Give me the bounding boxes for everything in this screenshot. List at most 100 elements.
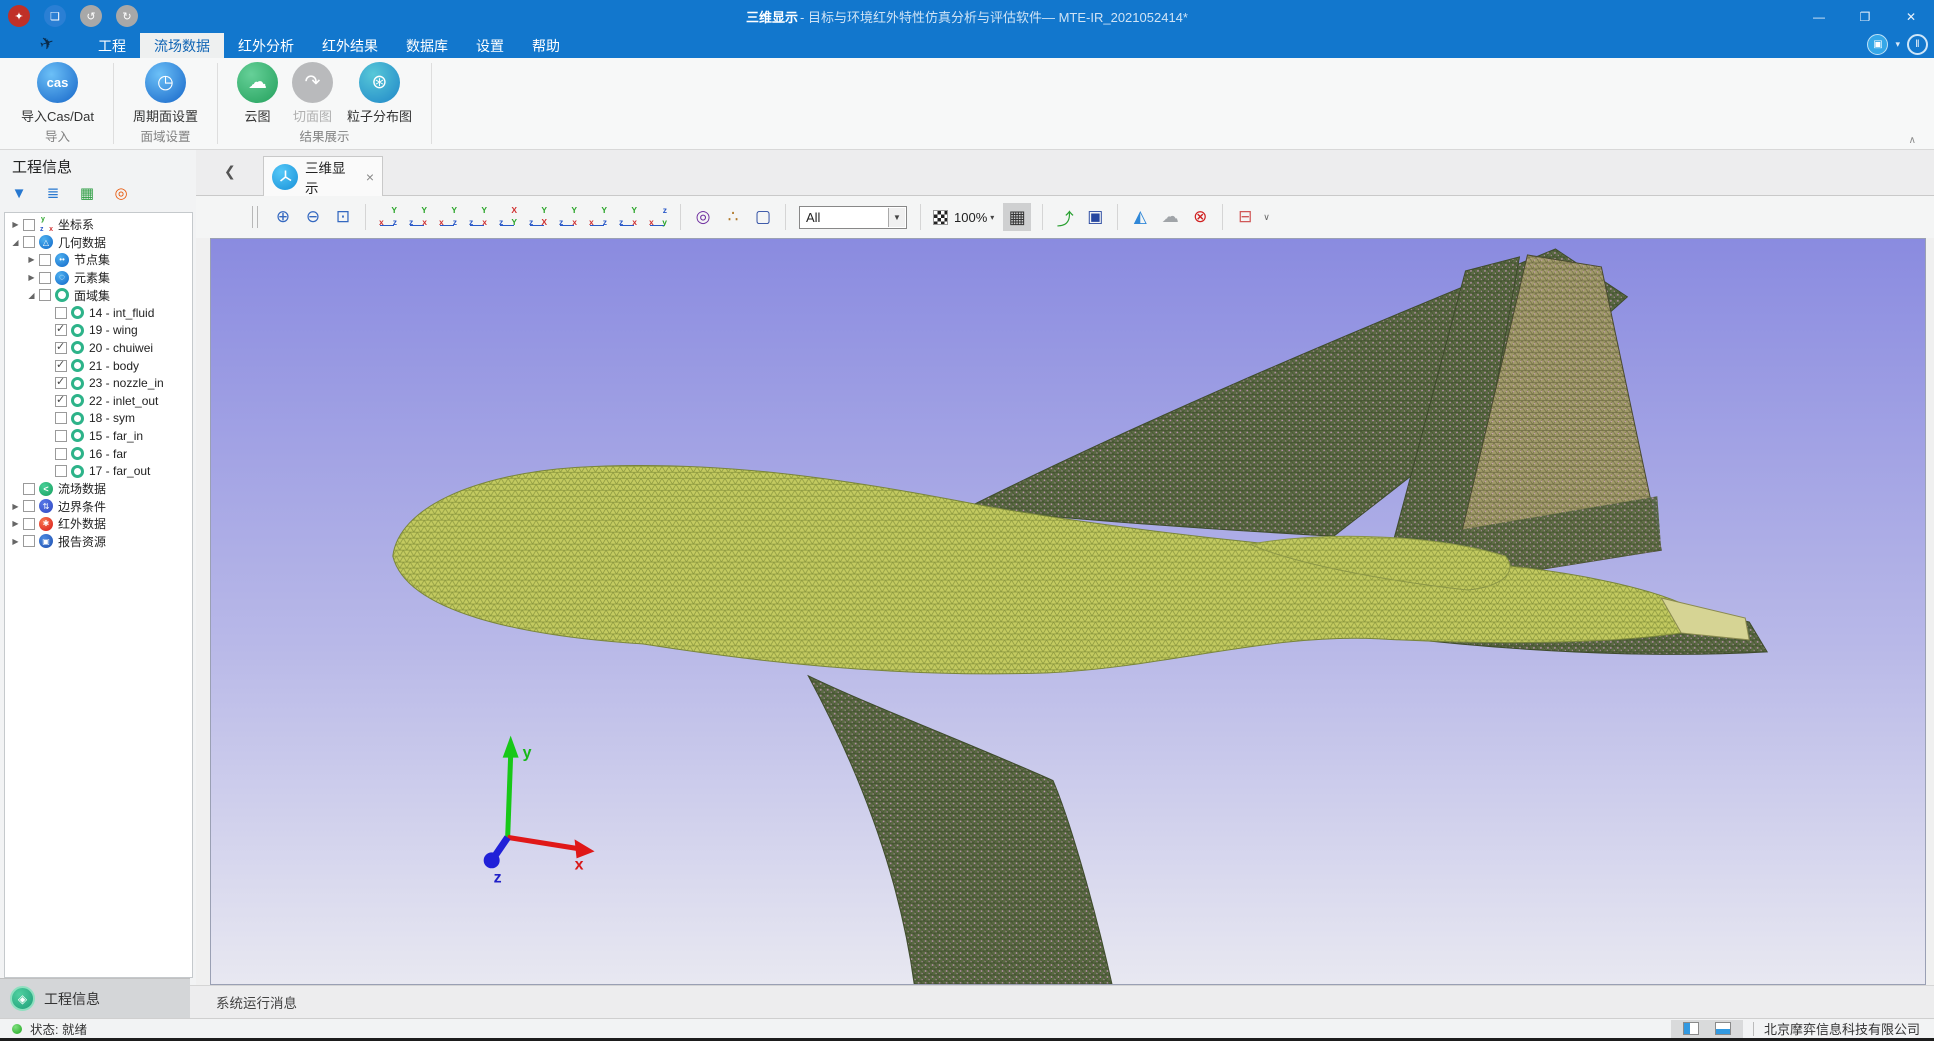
tree-row[interactable]: 21 - body [5, 357, 192, 375]
tree-checkbox[interactable] [23, 500, 35, 512]
zoom-in-icon[interactable]: ⊕ [270, 207, 296, 227]
particle-distribution-button[interactable]: ⊛粒子分布图 [347, 62, 412, 126]
pause-icon[interactable]: ‖ [1907, 34, 1928, 55]
tree-checkbox[interactable] [23, 219, 35, 231]
mirror-icon[interactable]: ◭ [1127, 207, 1153, 227]
camera-icon[interactable]: ◎ [690, 207, 716, 227]
view-iso3-icon[interactable]: Yzx [617, 207, 639, 227]
tree-checkbox[interactable] [23, 236, 35, 248]
tree-row[interactable]: 16 - far [5, 445, 192, 463]
minimize-button[interactable]: — [1796, 0, 1842, 33]
tree-checkbox[interactable] [39, 289, 51, 301]
toolbar-drag-handle[interactable] [252, 206, 258, 228]
tree-row[interactable]: 19 - wing [5, 322, 192, 340]
filter-icon[interactable]: ▼ [8, 182, 30, 204]
combo-dropdown-icon[interactable]: ▼ [888, 208, 905, 227]
dropdown-caret-icon[interactable]: ∨ [1263, 212, 1270, 223]
menu-item-红外结果[interactable]: 红外结果 [308, 33, 392, 58]
tab-scroll-left-icon[interactable]: ❮ [224, 163, 236, 180]
expander-icon[interactable]: ▶ [9, 220, 22, 229]
mesh-toggle-button[interactable]: ▦ [1003, 203, 1031, 231]
view-iso1-icon[interactable]: Yzx [557, 207, 579, 227]
dropdown-caret-icon[interactable]: ▾ [1895, 39, 1900, 50]
layout-bottom-panel-icon[interactable] [1715, 1022, 1731, 1035]
tree-row[interactable]: 18 - sym [5, 410, 192, 428]
tree-checkbox[interactable] [55, 412, 67, 424]
view-back-icon[interactable]: Yzx [407, 207, 429, 227]
tree-checkbox[interactable] [55, 377, 67, 389]
expander-icon[interactable]: ▶ [25, 273, 38, 282]
tree-checkbox[interactable] [55, 465, 67, 477]
view-front-icon[interactable]: Yxz [377, 207, 399, 227]
tree-row[interactable]: 20 - chuiwei [5, 339, 192, 357]
tree-row[interactable]: ▶✱红外数据 [5, 515, 192, 533]
expander-icon[interactable]: ◢ [25, 291, 38, 300]
tree-row[interactable]: ◢△几何数据 [5, 234, 192, 252]
tree-checkbox[interactable] [23, 483, 35, 495]
import-cas-dat-button[interactable]: cas导入Cas/Dat [21, 62, 94, 126]
menu-item-帮助[interactable]: 帮助 [518, 33, 574, 58]
particle-trace-icon[interactable]: ∴ [720, 207, 746, 227]
layout-left-panel-icon[interactable] [1683, 1022, 1699, 1035]
tree-checkbox[interactable] [23, 518, 35, 530]
locate-icon[interactable]: ◎ [110, 182, 132, 204]
menu-item-流场数据[interactable]: 流场数据 [140, 33, 224, 58]
menu-item-工程[interactable]: 工程 [84, 33, 140, 58]
tree-row[interactable]: 17 - far_out [5, 462, 192, 480]
view-iso4-icon[interactable]: zxy [647, 207, 669, 227]
tree-checkbox[interactable] [39, 254, 51, 266]
expander-icon[interactable]: ▶ [9, 537, 22, 546]
menu-item-数据库[interactable]: 数据库 [392, 33, 462, 58]
tab-3d-display[interactable]: 三维显示 × [263, 156, 383, 196]
tree-row[interactable]: <流场数据 [5, 480, 192, 498]
zoom-caret-icon[interactable]: ▾ [990, 213, 994, 222]
tree-checkbox[interactable] [55, 360, 67, 372]
expander-icon[interactable]: ▶ [9, 502, 22, 511]
menu-item-红外分析[interactable]: 红外分析 [224, 33, 308, 58]
zoom-level-control[interactable]: 100%▾ [933, 210, 994, 225]
tree-row[interactable]: ◢面域集 [5, 286, 192, 304]
tree-row[interactable]: ▶◌元素集 [5, 269, 192, 287]
tree-checkbox[interactable] [55, 448, 67, 460]
window-split-icon[interactable]: ▣ [1867, 34, 1888, 55]
tree-checkbox[interactable] [55, 395, 67, 407]
menu-item-设置[interactable]: 设置 [462, 33, 518, 58]
tree-checkbox[interactable] [55, 342, 67, 354]
view-iso2-icon[interactable]: Yxz [587, 207, 609, 227]
box-select-icon[interactable]: ▢ [750, 207, 776, 227]
display-filter-select[interactable]: All▼ [799, 206, 907, 229]
expander-icon[interactable]: ◢ [9, 238, 22, 247]
zoom-fit-icon[interactable]: ⊡ [330, 207, 356, 227]
view-left-icon[interactable]: Yxz [437, 207, 459, 227]
tree-row[interactable]: 15 - far_in [5, 427, 192, 445]
group-view-icon[interactable]: ▦ [76, 182, 98, 204]
tree-row[interactable]: ▶••节点集 [5, 251, 192, 269]
expander-icon[interactable]: ▶ [9, 519, 22, 528]
viewport-3d[interactable]: y x z [210, 238, 1926, 985]
tree-checkbox[interactable] [55, 307, 67, 319]
slice-map-button[interactable]: ↷切面图 [292, 62, 333, 126]
tree-checkbox[interactable] [55, 430, 67, 442]
screenshot-icon[interactable]: ▣ [1082, 207, 1108, 227]
restore-button[interactable]: ❐ [1842, 0, 1888, 33]
view-bottom-icon[interactable]: YzX [527, 207, 549, 227]
tree-row[interactable]: 22 - inlet_out [5, 392, 192, 410]
tree-checkbox[interactable] [55, 324, 67, 336]
tab-close-icon[interactable]: × [366, 169, 374, 185]
close-button[interactable]: ✕ [1888, 0, 1934, 33]
periodic-face-button[interactable]: ◷周期面设置 [133, 62, 198, 126]
tree-row[interactable]: ▶⇅边界条件 [5, 498, 192, 516]
tree-row[interactable]: ▶▣报告资源 [5, 533, 192, 551]
outline-icon[interactable]: ≣ [42, 182, 64, 204]
tree-checkbox[interactable] [39, 272, 51, 284]
export-view-icon[interactable]: ⤴ [1052, 205, 1078, 230]
ribbon-collapse-icon[interactable]: ∧ [1909, 135, 1916, 146]
save-scene-icon[interactable]: ⊟ [1232, 207, 1258, 227]
panel-bottom-tab[interactable]: ◈ 工程信息 [0, 978, 190, 1018]
contour-map-button[interactable]: ☁云图 [237, 62, 278, 126]
tree-row[interactable]: 14 - int_fluid [5, 304, 192, 322]
tree-checkbox[interactable] [23, 535, 35, 547]
tree-row[interactable]: 23 - nozzle_in [5, 374, 192, 392]
surface-icon[interactable]: ☁ [1157, 207, 1183, 227]
view-right-icon[interactable]: Yzx [467, 207, 489, 227]
